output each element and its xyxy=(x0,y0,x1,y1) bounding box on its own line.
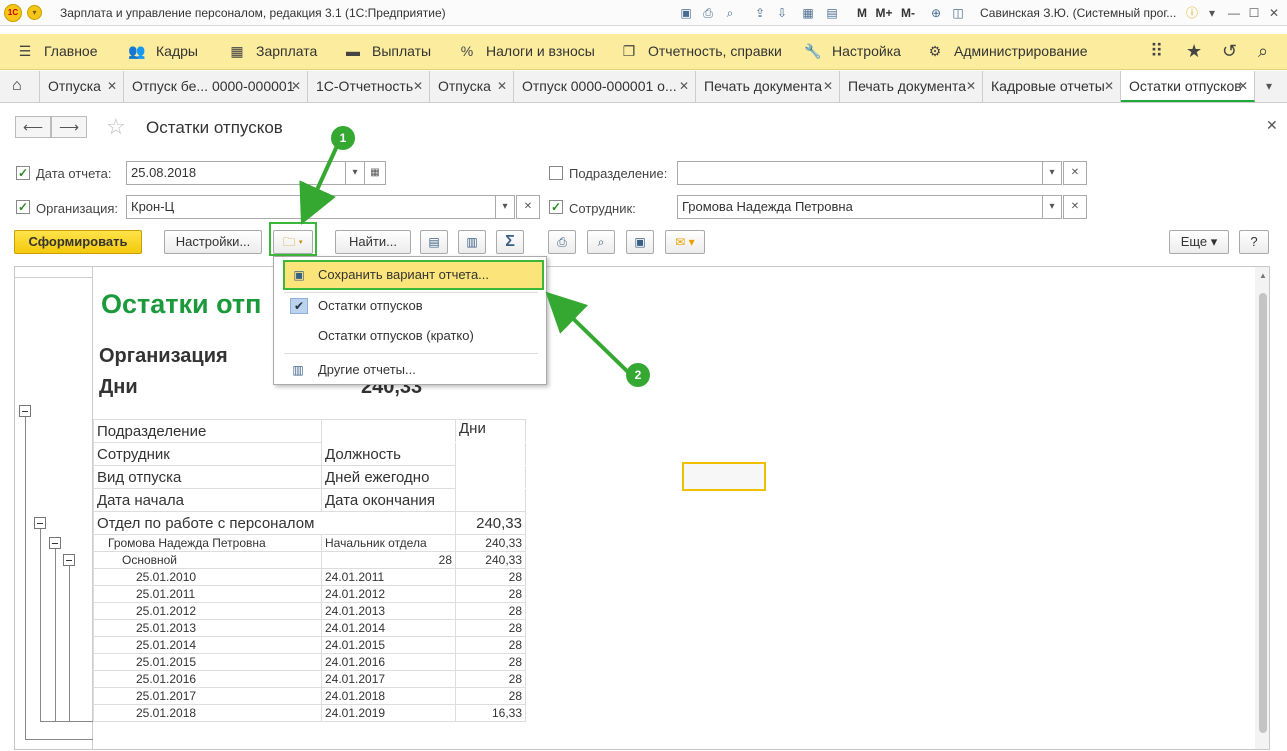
arrow-to-variants-button xyxy=(299,145,339,225)
step-badge-1: 1 xyxy=(331,126,355,150)
step-badge-2: 2 xyxy=(626,363,650,387)
arrow-to-save-variant xyxy=(545,291,630,374)
